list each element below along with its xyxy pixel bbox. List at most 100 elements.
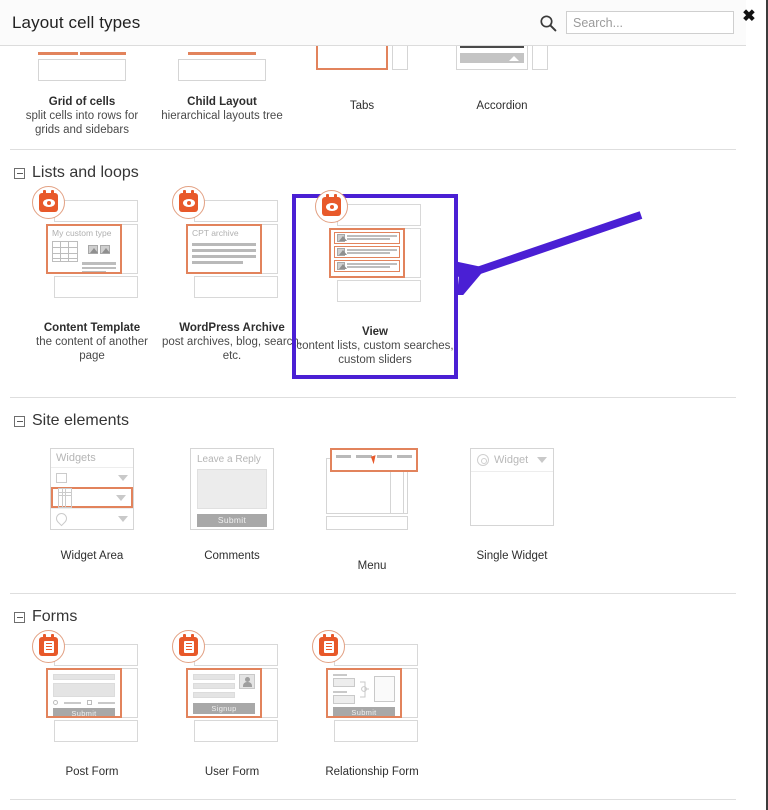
cell-type-menu[interactable]: Menu bbox=[302, 442, 442, 573]
cell-type-single-widget[interactable]: Widget Single Widget bbox=[442, 442, 582, 563]
view-badge-icon bbox=[172, 186, 205, 219]
thumb-button-label: Signup bbox=[193, 703, 255, 714]
menu-icon bbox=[326, 448, 418, 530]
page-title: Layout cell types bbox=[12, 13, 140, 33]
cell-type-content-template[interactable]: My custom type bbox=[22, 194, 162, 363]
cell-type-title: Content Template bbox=[44, 322, 140, 334]
child-layout-icon bbox=[178, 52, 266, 82]
form-badge-icon bbox=[172, 630, 205, 663]
cell-type-caption: Content Template the content of another … bbox=[22, 321, 162, 363]
section-title: Site elements bbox=[32, 412, 129, 430]
cell-type-title: View bbox=[362, 326, 388, 338]
gear-icon bbox=[477, 454, 489, 466]
collapse-toggle-icon[interactable] bbox=[14, 612, 25, 623]
search-icon bbox=[539, 14, 557, 32]
content-template-icon: My custom type bbox=[46, 200, 138, 298]
thumb-button-label: Submit bbox=[197, 514, 267, 527]
section-layout-cells: Grid of cells split cells into rows for … bbox=[0, 46, 746, 150]
cell-type-title: Post Form bbox=[65, 766, 118, 778]
cell-type-grid-of-cells[interactable]: Grid of cells split cells into rows for … bbox=[12, 46, 152, 137]
cell-type-title: Relationship Form bbox=[325, 766, 418, 778]
search-input[interactable] bbox=[566, 11, 734, 34]
cell-type-title: Tabs bbox=[350, 100, 374, 112]
modal-header: Layout cell types bbox=[0, 0, 746, 46]
cell-type-child-layout[interactable]: Child Layout hierarchical layouts tree bbox=[152, 46, 292, 137]
relationship-form-icon: Submit bbox=[326, 644, 418, 742]
view-badge-icon bbox=[315, 190, 348, 223]
avatar bbox=[239, 674, 255, 689]
section-title: Forms bbox=[32, 608, 77, 626]
accordion-icon bbox=[456, 46, 548, 70]
cell-type-caption: WordPress Archive post archives, blog, s… bbox=[162, 321, 302, 363]
section-lists-and-loops: Lists and loops My custom type bbox=[0, 150, 746, 398]
cell-type-caption: Child Layout hierarchical layouts tree bbox=[152, 95, 292, 123]
cell-type-title: WordPress Archive bbox=[179, 322, 284, 334]
layout-cell-types-modal: Layout cell types ✖ bbox=[0, 0, 768, 810]
cell-type-title: Child Layout bbox=[187, 96, 257, 108]
cell-type-comments[interactable]: Leave a Reply Submit Comments bbox=[162, 442, 302, 563]
grid-of-cells-icon bbox=[38, 52, 126, 82]
cell-type-subtitle: post archives, blog, search, etc. bbox=[162, 335, 302, 363]
thumb-label: CPT archive bbox=[192, 229, 256, 238]
thumb-button-label: Submit bbox=[333, 707, 395, 718]
thumb-label: Widget bbox=[494, 454, 528, 466]
cell-type-caption: Grid of cells split cells into rows for … bbox=[12, 95, 152, 137]
cell-type-caption: Post Form bbox=[22, 765, 162, 779]
section-title: Lists and loops bbox=[32, 164, 139, 182]
cell-type-user-form[interactable]: Signup User Form bbox=[162, 638, 302, 779]
cell-type-caption: Accordion bbox=[432, 99, 572, 113]
cell-type-caption: Single Widget bbox=[442, 549, 582, 563]
cell-type-caption: View content lists, custom searches, cus… bbox=[296, 325, 454, 367]
cell-type-subtitle: content lists, custom searches, custom s… bbox=[296, 339, 454, 367]
cell-type-subtitle: split cells into rows for grids and side… bbox=[12, 109, 152, 137]
cell-type-post-form[interactable]: Submit Post Form bbox=[22, 638, 162, 779]
section-divider bbox=[10, 799, 736, 800]
section-forms: Forms Submit bbox=[0, 594, 746, 800]
thumb-label: Leave a Reply bbox=[197, 454, 267, 465]
section-header-site-elements[interactable]: Site elements bbox=[0, 398, 746, 436]
header-search-area bbox=[539, 11, 734, 34]
thumb-button-label: Submit bbox=[53, 708, 115, 718]
widget-area-icon: Widgets bbox=[50, 448, 134, 530]
cell-type-accordion[interactable]: Accordion bbox=[432, 46, 572, 137]
cell-type-title: User Form bbox=[205, 766, 259, 778]
cell-type-subtitle: hierarchical layouts tree bbox=[152, 109, 292, 123]
cell-type-widget-area[interactable]: Widgets Widget Area bbox=[22, 442, 162, 563]
view-icon bbox=[329, 204, 421, 302]
cell-type-caption: User Form bbox=[162, 765, 302, 779]
thumb-label: My custom type bbox=[52, 229, 116, 238]
section-site-elements: Site elements Widgets Widget Area bbox=[0, 398, 746, 594]
section-header-lists-and-loops[interactable]: Lists and loops bbox=[0, 150, 746, 188]
form-badge-icon bbox=[312, 630, 345, 663]
collapse-toggle-icon[interactable] bbox=[14, 416, 25, 427]
cell-type-wordpress-archive[interactable]: CPT archive WordPre bbox=[162, 194, 302, 363]
form-badge-icon bbox=[32, 630, 65, 663]
cell-type-view[interactable]: View content lists, custom searches, cus… bbox=[292, 194, 458, 379]
section-header-forms[interactable]: Forms bbox=[0, 594, 746, 632]
cell-type-title: Menu bbox=[358, 560, 387, 572]
cell-type-caption: Menu bbox=[302, 559, 442, 573]
cell-types-list[interactable]: Grid of cells split cells into rows for … bbox=[0, 46, 746, 810]
cell-type-title: Accordion bbox=[476, 100, 527, 112]
user-form-icon: Signup bbox=[186, 644, 278, 742]
cell-type-caption: Widget Area bbox=[22, 549, 162, 563]
link-icon bbox=[360, 676, 369, 702]
cell-type-tabs[interactable]: Tabs bbox=[292, 46, 432, 137]
cell-type-caption: Relationship Form bbox=[302, 765, 442, 779]
cell-type-title: Grid of cells bbox=[49, 96, 115, 108]
cell-type-caption: Comments bbox=[162, 549, 302, 563]
post-form-icon: Submit bbox=[46, 644, 138, 742]
cell-type-caption: Tabs bbox=[292, 99, 432, 113]
comments-icon: Leave a Reply Submit bbox=[190, 448, 274, 530]
tabs-icon bbox=[316, 46, 408, 70]
cell-type-title: Widget Area bbox=[61, 550, 124, 562]
single-widget-icon: Widget bbox=[470, 448, 554, 526]
cell-type-title: Single Widget bbox=[477, 550, 548, 562]
cell-type-title: Comments bbox=[204, 550, 260, 562]
cell-type-relationship-form[interactable]: Submit Relationship Form bbox=[302, 638, 442, 779]
wordpress-archive-icon: CPT archive bbox=[186, 200, 278, 298]
thumb-label: Widgets bbox=[51, 449, 133, 467]
collapse-toggle-icon[interactable] bbox=[14, 168, 25, 179]
close-icon[interactable]: ✖ bbox=[740, 8, 758, 26]
view-badge-icon bbox=[32, 186, 65, 219]
